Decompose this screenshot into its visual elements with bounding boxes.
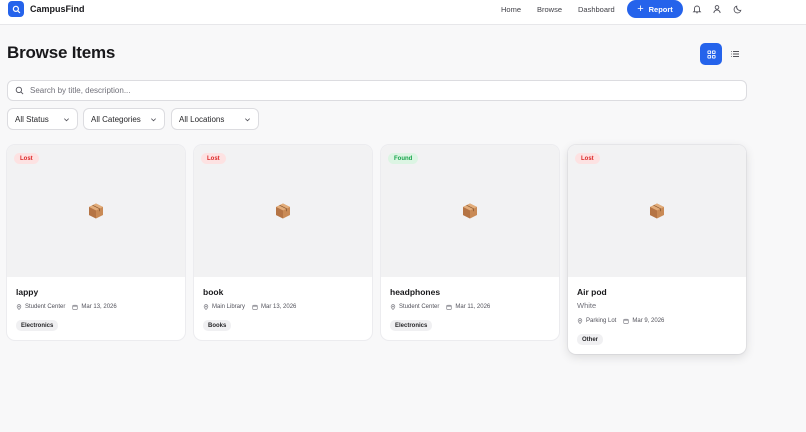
package-icon <box>87 202 105 220</box>
map-pin-icon <box>16 304 22 310</box>
map-pin-icon <box>203 304 209 310</box>
search-icon <box>15 86 24 95</box>
chevron-down-icon <box>244 116 251 123</box>
location-filter[interactable]: All Locations <box>171 108 259 130</box>
search-logo-icon[interactable] <box>8 1 24 17</box>
item-date: Mar 9, 2026 <box>632 318 665 324</box>
status-badge: Lost <box>14 153 39 164</box>
category-tag: Electronics <box>390 320 433 331</box>
user-icon[interactable] <box>712 4 722 14</box>
status-filter[interactable]: All Status <box>7 108 78 130</box>
item-meta: Parking Lot Mar 9, 2026 <box>577 318 664 324</box>
item-title: lappy <box>16 287 39 297</box>
grid-view-button[interactable] <box>700 43 722 65</box>
status-badge: Lost <box>575 153 600 164</box>
map-pin-icon <box>577 318 583 324</box>
item-date: Mar 13, 2026 <box>81 304 117 310</box>
item-card[interactable]: Found headphones Student Center Mar 11, … <box>381 145 559 340</box>
moon-icon[interactable] <box>733 4 743 14</box>
item-description: White <box>577 301 597 310</box>
status-badge: Found <box>388 153 419 164</box>
item-location: Main Library <box>212 304 246 310</box>
item-card[interactable]: Lost Air pod White Parking Lot Mar 9, 20… <box>568 145 746 354</box>
category-tag: Other <box>577 334 604 345</box>
plus-icon: + <box>637 2 644 15</box>
report-button-label: Report <box>648 4 673 14</box>
location-filter-value: All Locations <box>179 114 225 124</box>
page-title: Browse Items <box>7 43 116 62</box>
item-date: Mar 11, 2026 <box>455 304 491 310</box>
item-meta: Student Center Mar 13, 2026 <box>16 304 117 310</box>
item-meta: Student Center Mar 11, 2026 <box>390 304 490 310</box>
bell-icon[interactable] <box>692 4 702 14</box>
category-filter[interactable]: All Categories <box>83 108 165 130</box>
search-bar <box>7 80 747 101</box>
status-filter-value: All Status <box>15 114 49 124</box>
item-title: Air pod <box>577 287 607 297</box>
package-icon <box>274 202 292 220</box>
calendar-icon <box>72 304 78 310</box>
item-title: headphones <box>390 287 441 297</box>
chevron-down-icon <box>150 116 157 123</box>
top-nav: CampusFind Home Browse Dashboard + Repor… <box>0 0 806 25</box>
item-location: Student Center <box>25 304 66 310</box>
nav-link-home[interactable]: Home <box>501 5 521 14</box>
calendar-icon <box>252 304 258 310</box>
grid-icon <box>706 49 716 59</box>
nav-link-browse[interactable]: Browse <box>537 5 562 14</box>
report-button[interactable]: + Report <box>627 0 683 18</box>
category-tag: Books <box>203 320 232 331</box>
calendar-icon <box>446 304 452 310</box>
status-badge: Lost <box>201 153 226 164</box>
item-date: Mar 13, 2026 <box>261 304 297 310</box>
item-meta: Main Library Mar 13, 2026 <box>203 304 296 310</box>
item-title: book <box>203 287 224 297</box>
package-icon <box>648 202 666 220</box>
chevron-down-icon <box>63 116 70 123</box>
list-icon <box>731 51 739 57</box>
list-view-button[interactable] <box>730 49 740 59</box>
item-card[interactable]: Lost book Main Library Mar 13, 2026 Book… <box>194 145 372 340</box>
search-input[interactable] <box>30 84 730 97</box>
item-location: Parking Lot <box>586 318 617 324</box>
package-icon <box>461 202 479 220</box>
category-tag: Electronics <box>16 320 59 331</box>
item-card[interactable]: Lost lappy Student Center Mar 13, 2026 E… <box>7 145 185 340</box>
nav-link-dashboard[interactable]: Dashboard <box>578 5 615 14</box>
map-pin-icon <box>390 304 396 310</box>
calendar-icon <box>623 318 629 324</box>
brand-name[interactable]: CampusFind <box>30 4 85 14</box>
item-location: Student Center <box>399 304 440 310</box>
category-filter-value: All Categories <box>91 114 141 124</box>
